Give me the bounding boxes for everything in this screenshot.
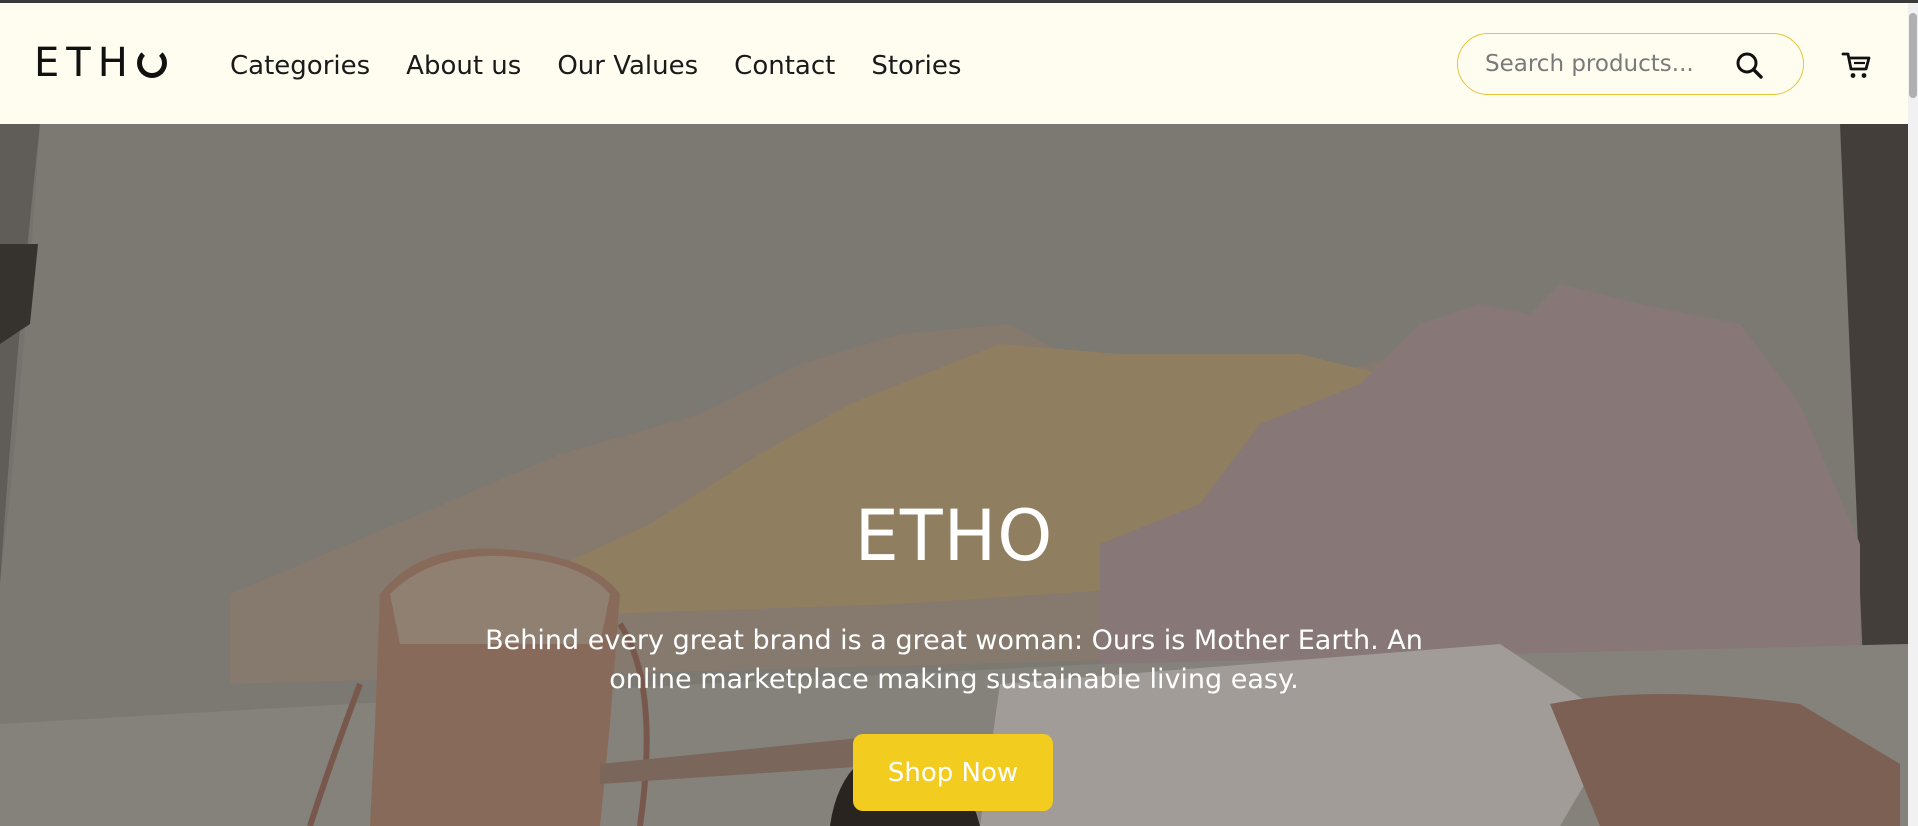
nav-item-stories[interactable]: Stories [871, 48, 961, 84]
scrollbar-thumb[interactable] [1909, 13, 1917, 98]
main-nav: Categories About us Our Values Contact S… [230, 48, 997, 84]
o-arc-icon [136, 48, 167, 78]
search-icon[interactable] [1735, 51, 1763, 79]
search-input[interactable] [1483, 50, 1727, 78]
search-box [1457, 33, 1804, 95]
nav-item-about-us[interactable]: About us [406, 48, 521, 84]
site-header: ETH Categories About us Our Values Conta… [0, 3, 1908, 124]
cart-icon[interactable] [1841, 50, 1871, 80]
hero-subtitle: Behind every great brand is a great woma… [485, 625, 1423, 695]
hero-title: ETHO [854, 495, 1054, 577]
page: ETH Categories About us Our Values Conta… [0, 0, 1918, 826]
nav-item-contact[interactable]: Contact [734, 48, 835, 84]
hero-section: ETHO Behind every great brand is a great… [0, 124, 1908, 826]
logo[interactable]: ETH [34, 40, 167, 86]
nav-item-categories[interactable]: Categories [230, 48, 370, 84]
scrollbar[interactable] [1908, 3, 1918, 826]
nav-item-our-values[interactable]: Our Values [557, 48, 698, 84]
logo-text: ETH [34, 40, 135, 86]
hero-overlay [0, 124, 1908, 826]
shop-now-button[interactable]: Shop Now [853, 734, 1053, 811]
